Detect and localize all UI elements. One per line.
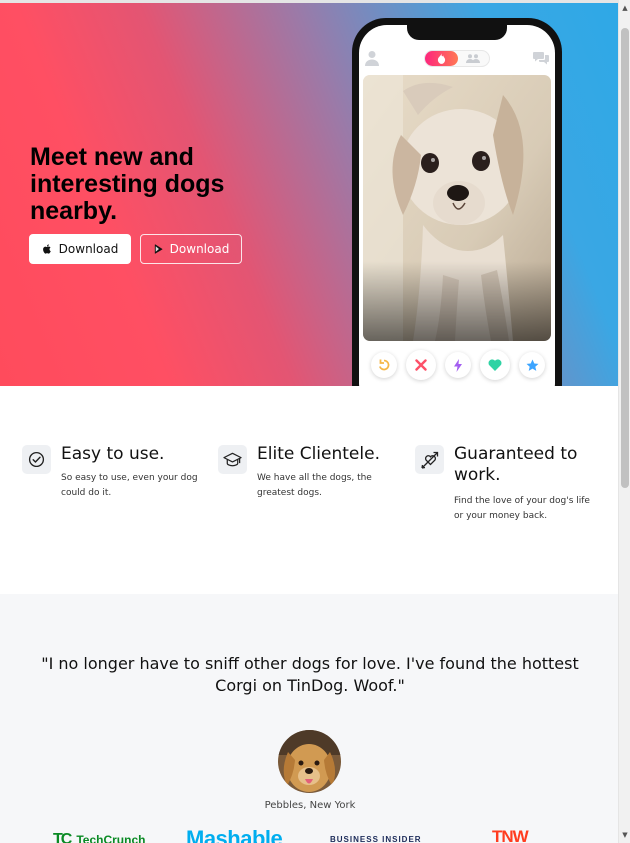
download-apple-label: Download [58,242,119,256]
heart-arrow-icon [420,451,438,469]
boost-button[interactable] [445,352,471,378]
dog-photo-card[interactable] [363,75,551,341]
download-play-label: Download [169,242,230,256]
lightning-icon [454,358,462,372]
profile-icon[interactable] [365,50,379,66]
nope-button[interactable] [406,350,436,380]
techcrunch-mark: TC [53,831,72,843]
mode-toggle[interactable] [424,50,490,67]
top-border [0,0,618,3]
scroll-down-arrow-icon[interactable]: ▼ [619,829,630,841]
scroll-up-arrow-icon[interactable]: ▲ [619,2,630,14]
techcrunch-wordmark: TechCrunch [76,833,146,843]
business-insider-logo[interactable]: BUSINESS INSIDER [330,835,422,843]
feature-icon-box [218,445,247,474]
feature-title: Guaranteed to work. [454,444,578,485]
graduation-cap-icon [223,452,242,466]
feature-text: We have all the dogs, the greatest dogs. [257,473,372,498]
phone-screen [359,25,555,386]
feature-title: Easy to use. [61,444,165,464]
dog-photo [363,75,551,341]
heart-icon [488,359,502,371]
chat-bubbles-icon[interactable] [533,51,549,65]
swipe-action-bar [359,349,555,385]
feature-title: Elite Clientele. [257,444,380,464]
feature-text: Find the love of your dog's life or your… [454,496,590,521]
testimonial-author: Pebbles, New York [264,800,356,811]
features-section: Easy to use. So easy to use, even your d… [0,386,618,594]
press-logos: TC TechCrunch Mashable BUSINESS INSIDER T… [0,826,618,843]
download-apple-button[interactable]: Download [29,234,131,264]
check-circle-icon [28,451,45,468]
dog-avatar-photo [278,730,341,793]
feature-icon-box [22,445,51,474]
phone-notch [407,25,507,40]
mashable-logo[interactable]: Mashable [186,826,283,843]
download-play-button[interactable]: Download [140,234,242,264]
hero-section: Meet new and interesting dogs nearby. Do… [0,0,618,386]
hero-title: Meet new and interesting dogs nearby. [30,143,225,225]
people-icon [466,54,480,63]
rewind-icon [378,359,390,371]
app-top-bar [359,48,555,70]
rewind-button[interactable] [371,352,397,378]
like-button[interactable] [480,350,510,380]
avatar [278,730,341,793]
close-x-icon [415,359,427,371]
feature-text: So easy to use, even your dog could do i… [61,473,198,498]
phone-mockup [352,18,562,386]
page: Meet new and interesting dogs nearby. Do… [0,0,630,843]
star-icon [526,359,538,371]
techcrunch-logo[interactable]: TC TechCrunch [53,831,145,843]
page-scrollbar[interactable]: ▲ ▼ [618,0,630,843]
flame-icon [437,53,446,64]
scroll-thumb[interactable] [621,28,629,488]
super-like-button[interactable] [519,352,545,378]
feature-icon-box [415,445,444,474]
toggle-active-segment [425,51,458,66]
apple-icon [42,244,51,254]
tnw-logo[interactable]: TNW [492,827,529,843]
testimonial-quote: "I no longer have to sniff other dogs fo… [41,654,579,695]
testimonial-section: "I no longer have to sniff other dogs fo… [0,594,618,843]
google-play-icon [154,244,163,254]
